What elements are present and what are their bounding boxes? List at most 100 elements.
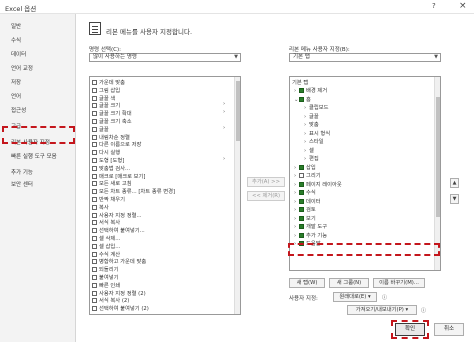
- tree-item[interactable]: › 배경 제거: [294, 86, 327, 94]
- tree-scrollbar[interactable]: [434, 77, 440, 270]
- custom-label: 사용자 지정:: [289, 296, 318, 302]
- command-item[interactable]: 되돌리기: [92, 265, 119, 273]
- command-item[interactable]: 글꼴 ›: [92, 125, 225, 133]
- sidebar-item[interactable]: 저장: [11, 78, 21, 86]
- command-item[interactable]: 가운데 맞춤: [92, 78, 125, 86]
- command-item[interactable]: 글꼴 크기 ›: [92, 101, 225, 109]
- new-tab-button[interactable]: 새 탭(W): [289, 278, 325, 288]
- command-item[interactable]: 반짝 채우기: [92, 195, 125, 203]
- tree-item[interactable]: › 셀: [304, 146, 314, 154]
- command-icon: [92, 119, 97, 124]
- tree-checkbox[interactable]: [299, 164, 304, 170]
- command-item[interactable]: 선택하여 붙여넣기 (2): [92, 304, 149, 312]
- command-item[interactable]: 도형 [도형] ›: [92, 156, 225, 164]
- tree-checkbox[interactable]: [299, 232, 304, 238]
- command-item[interactable]: 그림 삽입: [92, 86, 120, 94]
- reset-dropdown[interactable]: 원래대로(E) ▾: [333, 292, 377, 302]
- command-item[interactable]: 붙여넣기: [92, 273, 119, 281]
- up-arrow-icon[interactable]: ▲: [450, 178, 459, 188]
- tree-item[interactable]: › 개발 도구: [294, 222, 327, 230]
- command-item[interactable]: 서식 복사: [92, 218, 120, 226]
- tree-item[interactable]: › 스타일: [304, 137, 324, 145]
- tree-checkbox[interactable]: [299, 224, 304, 229]
- chevron-right-icon: ›: [223, 101, 226, 108]
- tree-item[interactable]: › 삽입: [294, 163, 316, 171]
- commands-scrollbar[interactable]: [234, 77, 240, 314]
- command-item[interactable]: 내림차순 정렬: [92, 133, 130, 141]
- command-icon: [92, 165, 97, 171]
- command-item[interactable]: 다시 실행: [92, 148, 120, 156]
- tree-item[interactable]: › 맞춤: [304, 120, 319, 128]
- scrollbar-thumb[interactable]: [436, 97, 440, 217]
- tree-checkbox[interactable]: [299, 198, 304, 204]
- tree-item[interactable]: › 보기: [294, 214, 316, 222]
- command-item[interactable]: 병합하고 가운데 맞춤: [92, 257, 146, 265]
- tree-checkbox[interactable]: [299, 173, 304, 178]
- command-item[interactable]: 수식 계산: [92, 250, 120, 258]
- tree-item[interactable]: › 글꼴: [304, 112, 319, 120]
- tree-item[interactable]: › 수식: [294, 188, 316, 196]
- tree-checkbox[interactable]: [299, 96, 304, 102]
- sidebar-item[interactable]: 빠른 실행 도구 모음: [11, 152, 57, 160]
- tree-checkbox[interactable]: [299, 181, 304, 187]
- tree-item-label: 삽입: [306, 164, 316, 171]
- command-item[interactable]: 글꼴 색: [92, 94, 115, 102]
- sidebar-item[interactable]: 접근성: [11, 106, 26, 114]
- command-item[interactable]: 모든 차트 종류... [차트 종류 변경]: [92, 187, 175, 195]
- ok-button[interactable]: 확인: [395, 323, 425, 336]
- sidebar-item[interactable]: 언어: [11, 92, 21, 100]
- tree-checkbox[interactable]: [299, 88, 304, 93]
- sidebar-item[interactable]: 보안 센터: [11, 180, 33, 188]
- choose-commands-dropdown[interactable]: 많이 사용하는 명령 ▼: [89, 53, 241, 62]
- import-export-dropdown[interactable]: 가져오기/내보내기(P) ▾: [347, 305, 417, 315]
- sidebar-item[interactable]: 언어 교정: [11, 64, 33, 72]
- command-item[interactable]: 셀 삽입...: [92, 242, 120, 250]
- customize-ribbon-dropdown[interactable]: 기본 탭 ▼: [289, 53, 441, 62]
- commands-list[interactable]: 가운데 맞춤 그림 삽입 글꼴 색 글꼴 크기 › 글꼴 크기 확대 › 글꼴 크기 축소 글꼴…: [89, 76, 241, 315]
- tree-item[interactable]: › 페이지 레이아웃: [294, 180, 342, 188]
- command-item[interactable]: 다른 이름으로 저장: [92, 140, 141, 148]
- tree-item-label: 홈: [306, 96, 311, 103]
- command-item[interactable]: 사용자 지정 정렬 (2): [92, 289, 146, 297]
- tree-item[interactable]: › 표시 형식: [304, 129, 330, 137]
- tree-checkbox[interactable]: [299, 215, 304, 221]
- scrollbar-thumb[interactable]: [236, 81, 240, 141]
- tree-item[interactable]: › 클립보드: [304, 103, 329, 111]
- command-icon: [92, 212, 97, 218]
- remove-button[interactable]: << 제거(R): [247, 191, 285, 201]
- rename-button[interactable]: 이름 바꾸기(M)...: [373, 278, 425, 288]
- command-item[interactable]: 글꼴 크기 축소: [92, 117, 132, 125]
- close-icon[interactable]: ×: [459, 1, 467, 11]
- sidebar-item[interactable]: 수식: [11, 36, 21, 44]
- command-item[interactable]: 글꼴 크기 확대 ›: [92, 109, 225, 117]
- command-item[interactable]: 복사: [92, 203, 109, 211]
- tree-item[interactable]: › 그리기: [294, 171, 321, 179]
- tree-item-label: 셀: [309, 147, 314, 154]
- command-item[interactable]: 매크로 [매크로 보기]: [92, 172, 146, 180]
- command-item[interactable]: 사용자 지정 정렬...: [92, 211, 142, 219]
- tree-item[interactable]: › 데이터: [294, 197, 321, 205]
- tree-item[interactable]: › 편집: [304, 154, 319, 162]
- command-item[interactable]: 맞춤법 검사...: [92, 164, 130, 172]
- command-item[interactable]: 모든 새로 고침: [92, 179, 132, 187]
- tree-checkbox[interactable]: [299, 207, 304, 212]
- tree-item[interactable]: › 검토: [294, 205, 316, 213]
- sidebar-item[interactable]: 데이터: [11, 50, 26, 58]
- command-item[interactable]: 서식 복사 (2): [92, 296, 129, 304]
- new-group-button[interactable]: 새 그룹(N): [329, 278, 369, 288]
- ribbon-tree[interactable]: 기본 탭 › 배경 제거 ⌄ 홈 › 클립보드 › 글꼴 › 맞춤 › 표시 형식 › 스타일 › 셀 › 편집 ›…: [289, 76, 441, 271]
- cancel-button[interactable]: 취소: [434, 323, 464, 336]
- command-item[interactable]: 선택하여 붙여넣기...: [92, 226, 145, 234]
- down-arrow-icon[interactable]: ▼: [450, 194, 459, 204]
- tree-item[interactable]: › 추가 기능: [294, 231, 327, 239]
- command-item[interactable]: 빠른 인쇄: [92, 281, 120, 289]
- command-item[interactable]: 셀 삭제...: [92, 234, 120, 242]
- sidebar-item[interactable]: 추가 기능: [11, 168, 33, 176]
- help-icon[interactable]: ?: [432, 2, 436, 10]
- tree-checkbox[interactable]: [299, 190, 304, 195]
- chevron-right-icon: ›: [223, 124, 226, 131]
- tree-item[interactable]: ⌄ 홈: [294, 95, 311, 103]
- sidebar-item[interactable]: 일반: [11, 22, 21, 30]
- command-icon: [92, 236, 97, 241]
- add-button[interactable]: 추가(A) >>: [247, 177, 285, 187]
